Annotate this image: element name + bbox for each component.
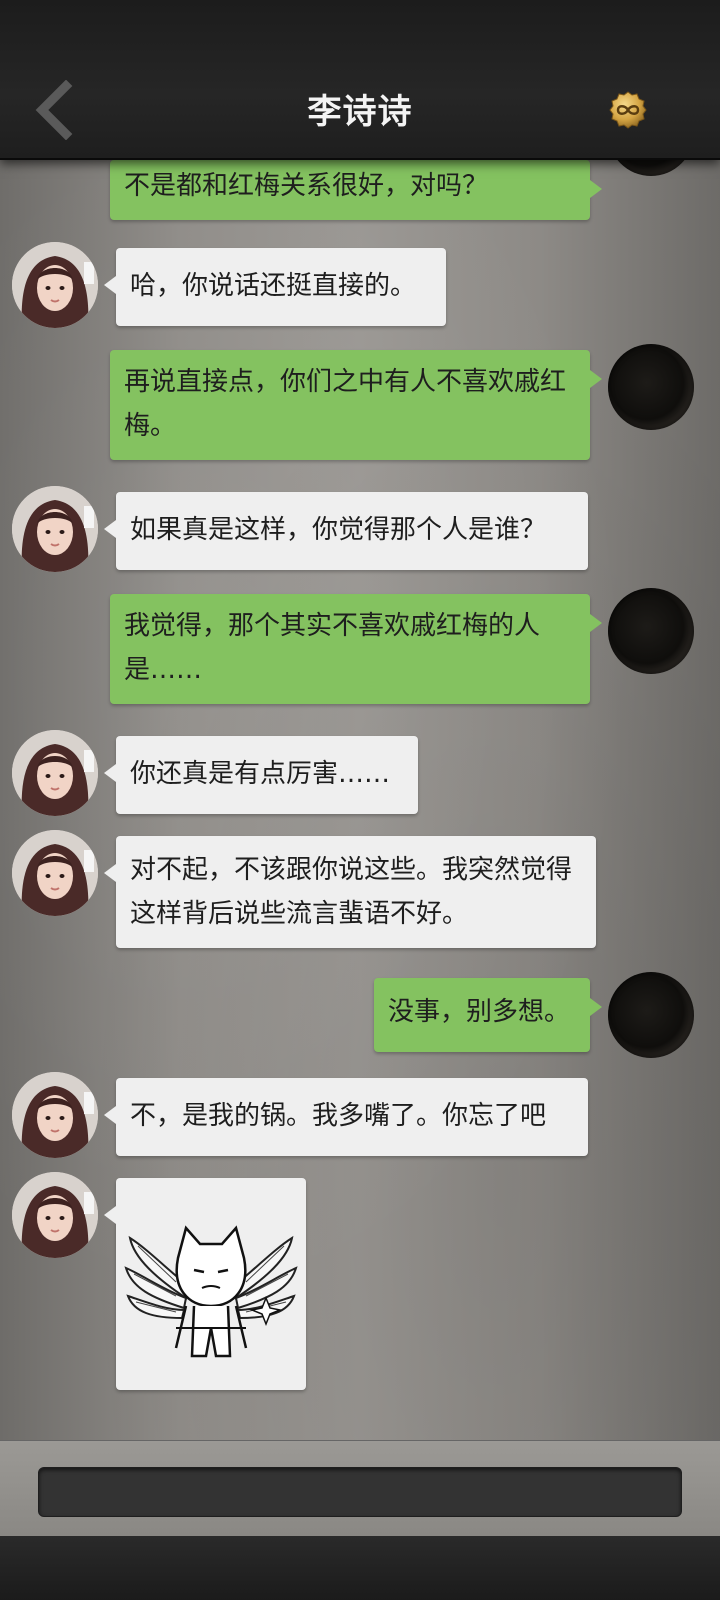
top-bar: 李诗诗 [0, 0, 720, 160]
message-input[interactable] [38, 1467, 682, 1517]
chat-bubble-outgoing[interactable]: 再说直接点，你们之中有人不喜欢戚红梅。 [110, 350, 602, 460]
contact-avatar[interactable] [12, 486, 98, 572]
chat-bubble-outgoing[interactable]: 不是都和红梅关系很好，对吗？ [110, 160, 602, 220]
self-avatar[interactable] [608, 344, 694, 430]
chat-bubble-incoming[interactable]: 哈，你说话还挺直接的。 [104, 248, 446, 326]
chat-bubble-outgoing[interactable]: 没事，别多想。 [374, 978, 602, 1052]
chat-area[interactable]: 不是都和红梅关系很好，对吗？ 哈，你说话还挺直接的。 再说直接点，你们之中有人不… [0, 160, 720, 1440]
chat-bubble-incoming[interactable]: 对不起，不该跟你说这些。我突然觉得这样背后说些流言蜚语不好。 [104, 836, 596, 948]
chat-bubble-outgoing[interactable]: 我觉得，那个其实不喜欢戚红梅的人是…… [110, 594, 602, 704]
contact-avatar[interactable] [12, 1172, 98, 1258]
gold-infinity-coin-icon[interactable] [608, 90, 648, 130]
sticker-message[interactable] [104, 1178, 306, 1390]
bottom-bar [0, 1536, 720, 1600]
chat-bubble-incoming[interactable]: 你还真是有点厉害…… [104, 736, 418, 814]
chat-bubble-incoming[interactable]: 如果真是这样，你觉得那个人是谁？ [104, 492, 588, 570]
self-avatar[interactable] [608, 972, 694, 1058]
input-bar [0, 1440, 720, 1536]
cat-with-feather-wings-sticker [124, 1225, 298, 1358]
contact-avatar[interactable] [12, 1072, 98, 1158]
contact-avatar[interactable] [12, 730, 98, 816]
contact-avatar[interactable] [12, 830, 98, 916]
chat-bubble-incoming[interactable]: 不，是我的锅。我多嘴了。你忘了吧 [104, 1078, 588, 1156]
self-avatar[interactable] [608, 160, 694, 176]
self-avatar[interactable] [608, 588, 694, 674]
contact-avatar[interactable] [12, 242, 98, 328]
